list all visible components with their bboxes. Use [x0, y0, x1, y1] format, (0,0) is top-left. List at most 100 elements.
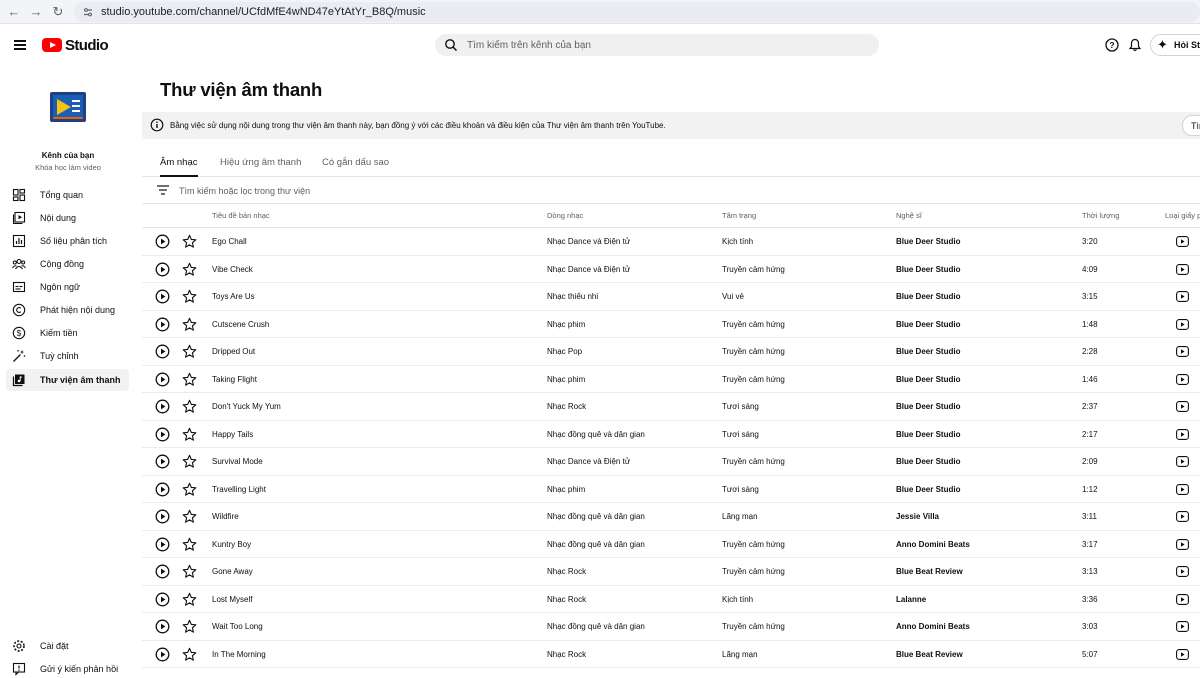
star-icon[interactable]: [182, 289, 197, 304]
table-row[interactable]: Ego Chall Nhạc Dance và Điện tử Kịch tính B…: [142, 228, 1200, 256]
star-icon[interactable]: [182, 592, 197, 607]
table-row[interactable]: Gone Away Nhạc Rock Truyền cảm hứng Blue Be…: [142, 558, 1200, 586]
sidebar-item-settings[interactable]: Cài đặt: [6, 635, 129, 657]
track-artist[interactable]: Blue Deer Studio: [896, 457, 960, 466]
menu-icon[interactable]: [14, 40, 26, 50]
track-artist[interactable]: Blue Deer Studio: [896, 292, 960, 301]
play-icon[interactable]: [155, 427, 170, 442]
url-text[interactable]: studio.youtube.com/channel/UCfdMfE4wND47…: [101, 6, 426, 18]
star-icon[interactable]: [182, 509, 197, 524]
sidebar-item-languages[interactable]: Ngôn ngữ: [6, 276, 129, 298]
track-artist[interactable]: Blue Beat Review: [896, 650, 963, 659]
star-icon[interactable]: [182, 619, 197, 634]
track-artist[interactable]: Blue Deer Studio: [896, 237, 960, 246]
play-icon[interactable]: [155, 509, 170, 524]
table-row[interactable]: In The Morning Nhạc Rock Lãng mạn Blue Beat…: [142, 641, 1200, 668]
notice-find-button[interactable]: Tìm: [1182, 115, 1200, 136]
play-icon[interactable]: [155, 564, 170, 579]
column-header-genre[interactable]: Dòng nhạc: [547, 211, 583, 220]
sidebar-item-community[interactable]: Cộng đồng: [6, 253, 129, 275]
star-icon[interactable]: [182, 454, 197, 469]
star-icon[interactable]: [182, 482, 197, 497]
notifications-bell-icon[interactable]: [1128, 38, 1142, 52]
help-icon[interactable]: ?: [1105, 38, 1119, 52]
track-artist[interactable]: Jessie Villa: [896, 512, 939, 521]
star-icon[interactable]: [182, 234, 197, 249]
sidebar-item-dashboard[interactable]: Tổng quan: [6, 184, 129, 206]
track-artist[interactable]: Blue Deer Studio: [896, 430, 960, 439]
sidebar-item-earn[interactable]: $ Kiếm tiền: [6, 322, 129, 344]
table-row[interactable]: Survival Mode Nhạc Dance và Điện tử Truyền…: [142, 448, 1200, 476]
channel-search[interactable]: [435, 34, 879, 56]
tab-starred[interactable]: Có gắn dấu sao: [322, 157, 389, 177]
table-row[interactable]: Taking Flight Nhạc phim Truyền cảm hứng Blu…: [142, 366, 1200, 393]
reload-icon[interactable]: ↻: [50, 4, 66, 20]
play-icon[interactable]: [155, 344, 170, 359]
play-icon[interactable]: [155, 454, 170, 469]
play-icon[interactable]: [155, 262, 170, 277]
track-artist[interactable]: Anno Domini Beats: [896, 622, 970, 631]
table-row[interactable]: Vibe Check Nhạc Dance và Điện tử Truyền cả…: [142, 256, 1200, 283]
table-row[interactable]: Wait Too Long Nhạc đồng quê và dân gian Tr…: [142, 613, 1200, 641]
play-icon[interactable]: [155, 537, 170, 552]
table-row[interactable]: Happy Tails Nhạc đồng quê và dân gian Tươi…: [142, 421, 1200, 448]
ask-studio-button[interactable]: ✦ Hỏi Stu: [1150, 34, 1200, 56]
track-artist[interactable]: Blue Beat Review: [896, 567, 963, 576]
track-artist[interactable]: Blue Deer Studio: [896, 265, 960, 274]
play-icon[interactable]: [155, 647, 170, 662]
play-icon[interactable]: [155, 317, 170, 332]
back-arrow-icon[interactable]: ←: [6, 4, 22, 20]
column-header-title[interactable]: Tiêu đề bản nhạc: [212, 211, 270, 220]
track-artist[interactable]: Blue Deer Studio: [896, 375, 960, 384]
column-header-mood[interactable]: Tâm trạng: [722, 211, 756, 220]
channel-avatar[interactable]: [50, 92, 86, 122]
table-row[interactable]: Cutscene Crush Nhạc phim Truyền cảm hứng Bl…: [142, 311, 1200, 338]
play-icon[interactable]: [155, 592, 170, 607]
sidebar-item-audio-library[interactable]: Thư viện âm thanh: [6, 369, 129, 391]
table-row[interactable]: Lost Myself Nhạc Rock Kịch tính Lalanne 3:36: [142, 586, 1200, 613]
star-icon[interactable]: [182, 344, 197, 359]
sidebar-item-content-detection[interactable]: Phát hiện nội dung: [6, 299, 129, 321]
sidebar-item-analytics[interactable]: Số liệu phân tích: [6, 230, 129, 252]
filter-icon[interactable]: [157, 185, 169, 195]
column-header-license[interactable]: Loại giấy p: [1165, 211, 1200, 220]
play-icon[interactable]: [155, 234, 170, 249]
table-row[interactable]: Wildfire Nhạc đồng quê và dân gian Lãng mạ…: [142, 503, 1200, 531]
star-icon[interactable]: [182, 537, 197, 552]
track-artist[interactable]: Anno Domini Beats: [896, 540, 970, 549]
star-icon[interactable]: [182, 262, 197, 277]
table-row[interactable]: Don't Yuck My Yum Nhạc Rock Tươi sáng Blue …: [142, 393, 1200, 421]
track-artist[interactable]: Blue Deer Studio: [896, 485, 960, 494]
star-icon[interactable]: [182, 647, 197, 662]
forward-arrow-icon[interactable]: →: [28, 4, 44, 20]
track-artist[interactable]: Blue Deer Studio: [896, 320, 960, 329]
play-icon[interactable]: [155, 619, 170, 634]
column-header-duration[interactable]: Thời lượng: [1082, 211, 1119, 220]
track-artist[interactable]: Lalanne: [896, 595, 926, 604]
star-icon[interactable]: [182, 317, 197, 332]
address-bar[interactable]: studio.youtube.com/channel/UCfdMfE4wND47…: [74, 2, 1200, 22]
star-icon[interactable]: [182, 372, 197, 387]
site-info-icon[interactable]: [82, 6, 94, 18]
track-artist[interactable]: Blue Deer Studio: [896, 347, 960, 356]
column-header-artist[interactable]: Nghệ sĩ: [896, 211, 922, 220]
star-icon[interactable]: [182, 427, 197, 442]
tab-sound-effects[interactable]: Hiệu ứng âm thanh: [220, 157, 301, 177]
table-row[interactable]: Toys Are Us Nhạc thiếu nhi Vui vẻ Blue Deer…: [142, 283, 1200, 311]
sidebar-item-customization[interactable]: Tuỳ chỉnh: [6, 345, 129, 367]
track-artist[interactable]: Blue Deer Studio: [896, 402, 960, 411]
play-icon[interactable]: [155, 372, 170, 387]
play-icon[interactable]: [155, 399, 170, 414]
table-row[interactable]: Kuntry Boy Nhạc đồng quê và dân gian Truyề…: [142, 531, 1200, 558]
star-icon[interactable]: [182, 564, 197, 579]
filter-input[interactable]: [179, 184, 679, 198]
play-icon[interactable]: [155, 482, 170, 497]
sidebar-item-feedback[interactable]: Gửi ý kiến phản hồi: [6, 658, 129, 678]
play-icon[interactable]: [155, 289, 170, 304]
sidebar-item-content[interactable]: Nội dung: [6, 207, 129, 229]
studio-logo[interactable]: Studio: [42, 37, 109, 54]
table-row[interactable]: Travelling Light Nhạc phim Tươi sáng Blue D…: [142, 476, 1200, 503]
star-icon[interactable]: [182, 399, 197, 414]
search-input[interactable]: [467, 37, 867, 53]
table-row[interactable]: Dripped Out Nhạc Pop Truyền cảm hứng Blue D…: [142, 338, 1200, 366]
